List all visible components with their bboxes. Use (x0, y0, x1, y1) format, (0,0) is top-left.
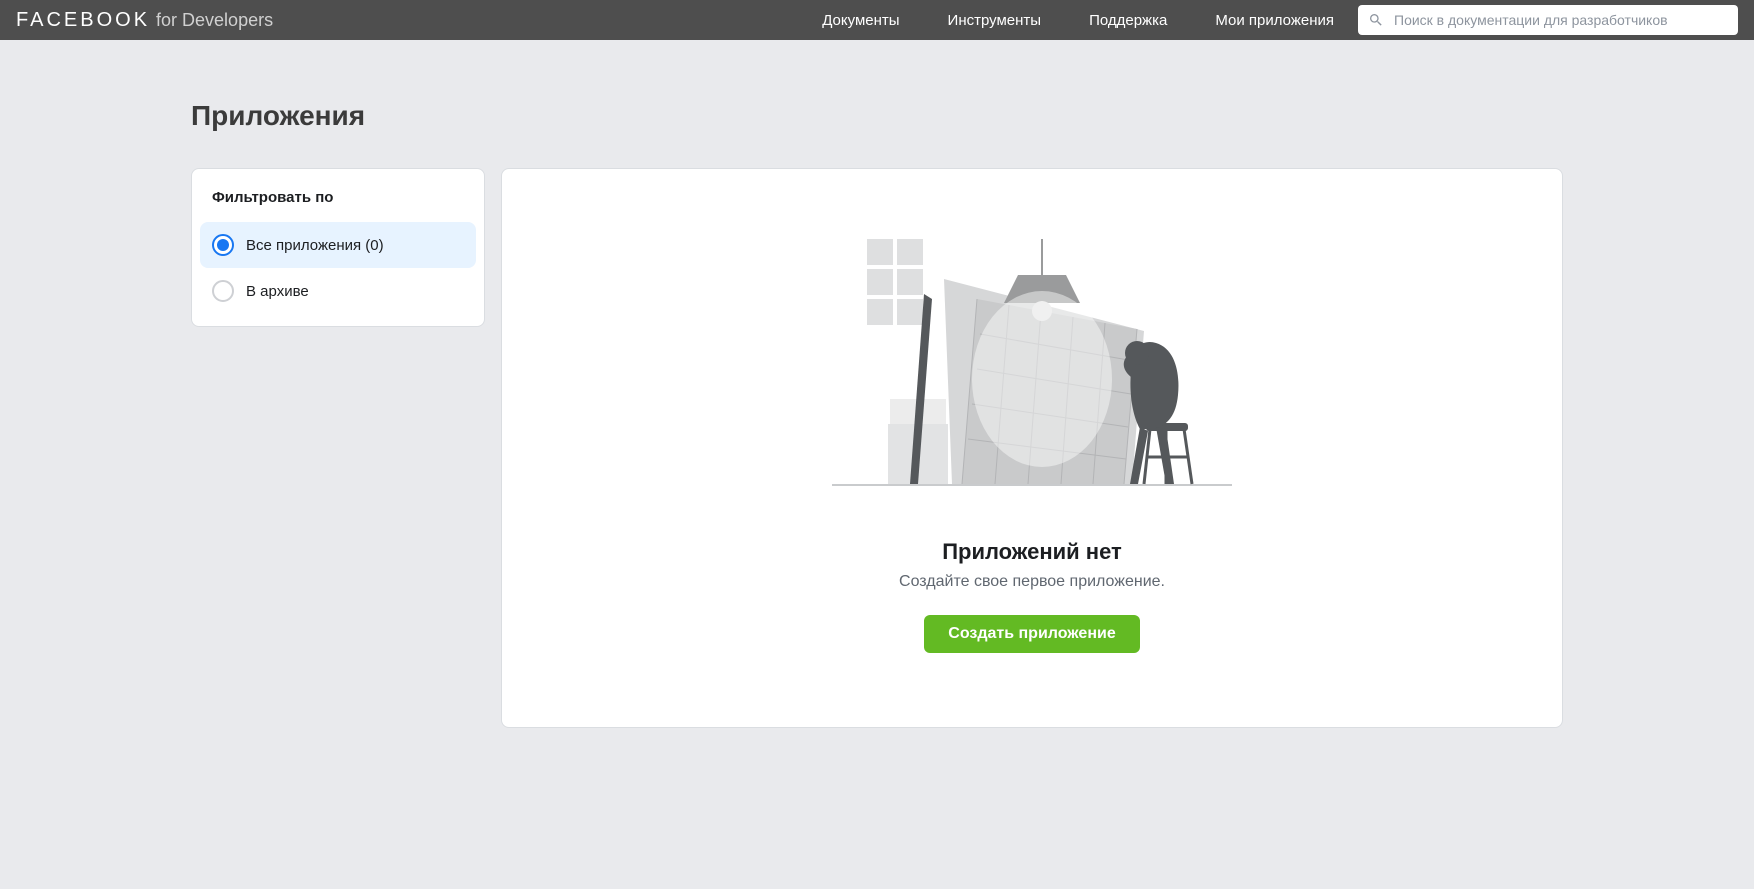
logo[interactable]: FACEBOOK for Developers (16, 9, 273, 32)
filter-label: В архиве (246, 283, 309, 300)
doc-search-input[interactable] (1358, 5, 1738, 35)
empty-state-title: Приложений нет (942, 539, 1122, 565)
doc-search-wrapper (1358, 5, 1738, 35)
logo-text-main: FACEBOOK (16, 9, 150, 32)
create-app-button[interactable]: Создать приложение (924, 615, 1139, 653)
nav-tools[interactable]: Инструменты (948, 12, 1042, 29)
filter-label: Все приложения (0) (246, 237, 384, 254)
nav-docs[interactable]: Документы (822, 12, 899, 29)
filter-archived[interactable]: В архиве (200, 268, 476, 314)
radio-icon (212, 280, 234, 302)
empty-state-subtitle: Создайте свое первое приложение. (899, 573, 1165, 591)
radio-icon (212, 234, 234, 256)
nav-my-apps[interactable]: Мои приложения (1215, 12, 1334, 29)
empty-state-illustration (832, 239, 1232, 499)
primary-nav: Документы Инструменты Поддержка Мои прил… (822, 12, 1334, 29)
filter-title: Фильтровать по (200, 181, 476, 222)
search-icon (1368, 12, 1384, 28)
filter-all-apps[interactable]: Все приложения (0) (200, 222, 476, 268)
logo-text-sub: for Developers (156, 10, 273, 31)
apps-main-panel: Приложений нет Создайте свое первое прил… (501, 168, 1563, 728)
top-nav-header: FACEBOOK for Developers Документы Инстру… (0, 0, 1754, 40)
page-title: Приложения (191, 100, 1563, 132)
filter-sidebar: Фильтровать по Все приложения (0) В архи… (191, 168, 485, 327)
content-row: Фильтровать по Все приложения (0) В архи… (191, 168, 1563, 728)
nav-support[interactable]: Поддержка (1089, 12, 1167, 29)
page-container: Приложения Фильтровать по Все приложения… (167, 40, 1587, 768)
